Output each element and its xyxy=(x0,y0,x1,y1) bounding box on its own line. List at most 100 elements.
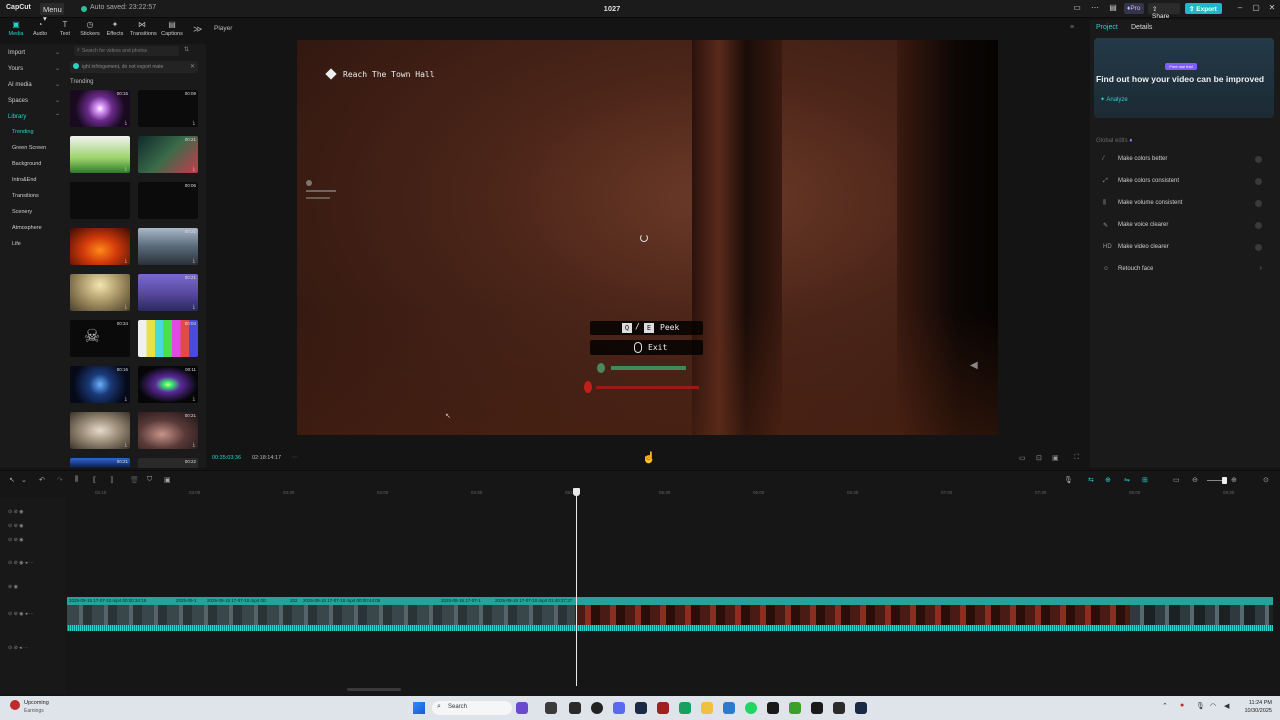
fit-timeline-icon[interactable]: ⊙ xyxy=(1263,476,1269,484)
play-button-cursor-icon[interactable]: ☝ xyxy=(642,451,656,464)
marker-icon[interactable]: ⛉ xyxy=(147,476,152,484)
library-intro-end[interactable]: Intro&End xyxy=(12,176,36,185)
volume-icon[interactable]: ◀ xyxy=(1224,702,1229,710)
maximize-icon[interactable]: ▢ xyxy=(1249,3,1263,15)
split-icon[interactable]: ⫼ xyxy=(75,476,78,484)
start-icon[interactable] xyxy=(413,702,425,714)
media-thumbnail[interactable]: 00:16 ⤓ xyxy=(70,366,130,403)
tool-retouch-face[interactable]: ☺ Retouch face › xyxy=(1096,261,1268,279)
clip-label[interactable]: 2025-09-15 17-07-10.mp4 00:00:34:15 xyxy=(69,598,146,603)
time-ruler[interactable] xyxy=(67,488,1280,498)
magnet-icon[interactable]: ⊕ xyxy=(1105,476,1111,484)
filter-icon[interactable]: ⇅ xyxy=(184,46,189,53)
media-thumbnail[interactable]: ⤓ xyxy=(70,228,130,265)
timeline-scrollbar[interactable] xyxy=(347,688,401,691)
pro-badge[interactable]: ♦Pro xyxy=(1124,3,1144,14)
tab-details[interactable]: Details xyxy=(1131,24,1152,31)
timecode-settings-icon[interactable]: ⋯ xyxy=(292,454,298,461)
layout-icon[interactable]: ▭ xyxy=(1070,3,1084,15)
menu-button[interactable]: Menu ▾ xyxy=(40,3,64,23)
zoom-in-icon[interactable]: ⊕ xyxy=(1231,476,1237,484)
tray-app-icon[interactable]: ● xyxy=(1180,702,1184,709)
taskbar-date[interactable]: 10/30/2025 xyxy=(1240,708,1272,714)
split-left-icon[interactable]: ⟦ xyxy=(93,476,96,484)
project-title[interactable]: 1027 xyxy=(600,4,624,13)
track-controls[interactable]: ⊙ ⊘ ◉ ◂ ⋯ xyxy=(8,560,34,566)
tool-make-voice-clearer[interactable]: ✎ Make voice clearer xyxy=(1096,217,1268,235)
download-icon[interactable]: ⤓ xyxy=(193,304,195,310)
microphone-icon[interactable]: 🎙 xyxy=(1064,476,1073,484)
capcut-icon[interactable] xyxy=(569,702,581,714)
library-background[interactable]: Background xyxy=(12,160,41,169)
media-thumbnail[interactable]: 00:11 ⤓ xyxy=(138,366,198,403)
delete-icon[interactable]: 🗑 xyxy=(130,476,139,484)
app-icon[interactable] xyxy=(679,702,691,714)
tool-make-colors-better[interactable]: ⁄ Make colors better xyxy=(1096,151,1268,169)
media-thumbnail[interactable]: ⤓ xyxy=(70,136,130,173)
link-icon[interactable]: ⇆ xyxy=(1088,476,1094,484)
zoom-out-icon[interactable]: ⊖ xyxy=(1192,476,1198,484)
clip-label[interactable]: 2025-09-1 xyxy=(176,598,197,603)
tray-chevron-icon[interactable]: ⌃ xyxy=(1162,702,1168,710)
track-controls[interactable]: ⊙ ⊘ ◉ xyxy=(8,523,24,529)
download-icon[interactable]: ⤓ xyxy=(193,258,195,264)
track-controls[interactable]: ⊙ ⊘ ◉ xyxy=(8,509,24,515)
spotify-icon[interactable] xyxy=(745,702,757,714)
download-icon[interactable]: ⤓ xyxy=(125,258,127,264)
snap-icon[interactable]: ⊞ xyxy=(1142,476,1148,484)
library-green-screen[interactable]: Green Screen xyxy=(12,144,46,153)
download-icon[interactable]: ⤓ xyxy=(193,166,195,172)
expand-tabs-icon[interactable]: ≫ xyxy=(193,24,202,35)
track-controls[interactable]: ⊘ ◉ xyxy=(8,584,18,590)
library-scenery[interactable]: Scenery xyxy=(12,208,32,217)
share-button[interactable]: ⇪ Share xyxy=(1148,3,1180,20)
close-icon[interactable]: ✕ xyxy=(1265,3,1279,15)
tab-effects[interactable]: ✦ Effects xyxy=(103,20,127,40)
taskbar-search[interactable]: Search xyxy=(432,701,512,715)
export-button[interactable]: ⇧ Export xyxy=(1185,3,1222,14)
app-icon[interactable] xyxy=(723,702,735,714)
keyboard-icon[interactable]: ▤ xyxy=(1106,3,1120,15)
tab-text[interactable]: T Text xyxy=(53,20,77,40)
microphone-icon[interactable]: 🎙 xyxy=(1196,702,1205,710)
toggle-icon[interactable] xyxy=(1255,222,1262,229)
nav-yours[interactable]: Yours ⌄ xyxy=(8,64,60,74)
download-icon[interactable]: ⤓ xyxy=(193,396,195,402)
download-icon[interactable]: ⤓ xyxy=(125,304,127,310)
clip-label[interactable]: 2025-09-15 17-07-10.mp4 00:00:44:05 xyxy=(303,598,380,603)
video-preview[interactable]: Reach The Town Hall Q / E Peek Exit ◀ ↖ xyxy=(297,40,998,435)
freeze-icon[interactable]: ▣ xyxy=(164,476,171,484)
media-search-input[interactable]: Search for videos and photos xyxy=(74,46,179,56)
media-thumbnail[interactable]: 00:34 ☠ xyxy=(70,320,130,357)
widget-title[interactable]: Upcoming xyxy=(24,700,49,706)
fullscreen-icon[interactable]: ⛶ xyxy=(1074,454,1079,462)
undo-icon[interactable]: ↶ xyxy=(39,476,45,484)
nav-import[interactable]: Import ⌄ xyxy=(8,48,60,58)
folder-icon[interactable] xyxy=(701,702,713,714)
audio-track-controls[interactable]: ⊙ ⊘ ◂ ⋯ xyxy=(8,645,28,651)
download-icon[interactable]: ⤓ xyxy=(193,120,195,126)
ratio-icon[interactable]: ▣ xyxy=(1052,454,1059,462)
nav-library[interactable]: Library ⌃ xyxy=(8,112,60,122)
media-thumbnail[interactable]: 00:15 ⤓ xyxy=(70,90,130,127)
media-thumbnail[interactable]: ⤓ xyxy=(70,274,130,311)
analyze-button[interactable]: ✦ Analyze xyxy=(1100,96,1140,107)
more-icon[interactable]: ⋯ xyxy=(1088,3,1102,15)
chevron-down-icon[interactable]: ⌄ xyxy=(21,476,27,484)
clip-label[interactable]: 2025-09-15 17-07-10.mp4 00: xyxy=(207,598,267,603)
zoom-slider-handle[interactable] xyxy=(1222,477,1227,484)
snapshot-icon[interactable]: ⊡ xyxy=(1036,454,1042,462)
media-thumbnail[interactable] xyxy=(70,182,130,219)
media-thumbnail[interactable]: 00:21 ⤓ xyxy=(138,274,198,311)
minecraft-icon[interactable] xyxy=(789,702,801,714)
tab-transitions[interactable]: ⋈ Transitions xyxy=(130,20,157,40)
media-thumbnail[interactable]: 00:21 xyxy=(70,458,130,468)
tab-audio[interactable]: ◔ Audio xyxy=(28,20,52,40)
toggle-icon[interactable] xyxy=(1255,178,1262,185)
media-thumbnail[interactable]: 00:09 ⤓ xyxy=(138,90,198,127)
app-icon[interactable] xyxy=(811,702,823,714)
nav-ai-media[interactable]: AI media ⌄ xyxy=(8,80,60,90)
download-icon[interactable]: ⤓ xyxy=(125,396,127,402)
download-icon[interactable]: ⤓ xyxy=(125,166,127,172)
library-trending[interactable]: Trending xyxy=(12,128,34,137)
